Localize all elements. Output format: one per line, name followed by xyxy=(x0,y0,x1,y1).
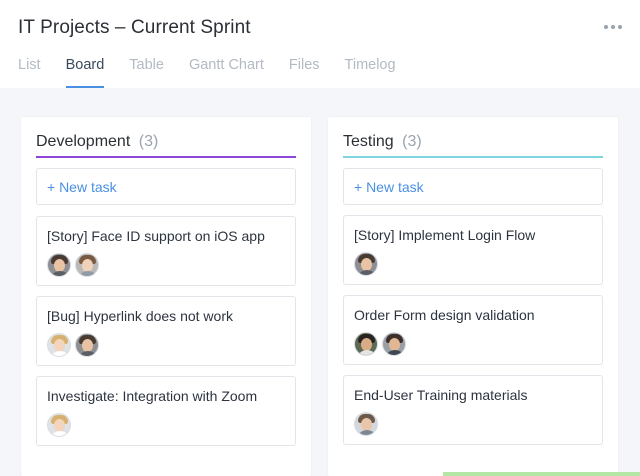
new-task-button[interactable]: + New task xyxy=(36,168,296,205)
avatar[interactable] xyxy=(354,252,378,276)
avatar[interactable] xyxy=(354,332,378,356)
tab-timelog[interactable]: Timelog xyxy=(345,57,396,88)
assignee-list xyxy=(47,413,71,437)
page-title: IT Projects – Current Sprint xyxy=(18,17,251,38)
new-task-button[interactable]: + New task xyxy=(343,168,603,205)
assignee-list xyxy=(47,333,99,357)
avatar[interactable] xyxy=(47,413,71,437)
column-color-bar xyxy=(343,156,603,158)
assignee-list xyxy=(354,252,378,276)
tab-gantt-chart[interactable]: Gantt Chart xyxy=(189,57,264,88)
tab-files[interactable]: Files xyxy=(289,57,320,88)
column-title: Development xyxy=(36,133,131,150)
column-count: (3) xyxy=(402,133,422,150)
tab-board[interactable]: Board xyxy=(65,57,104,88)
tab-list[interactable]: List xyxy=(18,57,41,88)
column-count: (3) xyxy=(138,133,159,150)
assignee-list xyxy=(354,332,406,356)
board-column-testing: Testing (3) + New task [Story] Implement… xyxy=(328,117,618,476)
task-title: [Story] Face ID support on iOS app xyxy=(47,228,265,244)
avatar[interactable] xyxy=(75,253,99,277)
assignee-list xyxy=(354,412,378,436)
task-title: [Bug] Hyperlink does not work xyxy=(47,308,233,324)
more-horizontal-icon[interactable] xyxy=(604,25,622,29)
avatar[interactable] xyxy=(382,332,406,356)
avatar[interactable] xyxy=(47,333,71,357)
task-title: Investigate: Integration with Zoom xyxy=(47,388,258,404)
task-card[interactable]: [Story] Implement Login Flow xyxy=(343,215,603,285)
avatar[interactable] xyxy=(354,412,378,436)
task-title: Order Form design validation xyxy=(354,307,535,323)
view-tabs: List Board Table Gantt Chart Files Timel… xyxy=(18,57,421,88)
task-card[interactable]: Order Form design validation xyxy=(343,295,603,365)
assignee-list xyxy=(47,253,99,277)
task-card[interactable]: End-User Training materials xyxy=(343,375,603,445)
column-title: Testing xyxy=(343,133,394,150)
progress-strip xyxy=(443,472,640,476)
column-color-bar xyxy=(36,156,296,158)
task-title: End-User Training materials xyxy=(354,387,528,403)
board-column-development: Development (3) + New task [Story] Face … xyxy=(21,117,311,476)
avatar[interactable] xyxy=(75,333,99,357)
task-card[interactable]: [Story] Face ID support on iOS app xyxy=(36,216,296,286)
task-card[interactable]: Investigate: Integration with Zoom xyxy=(36,376,296,446)
page-header: IT Projects – Current Sprint List Board … xyxy=(0,0,640,88)
avatar[interactable] xyxy=(47,253,71,277)
task-title: [Story] Implement Login Flow xyxy=(354,227,536,243)
task-card[interactable]: [Bug] Hyperlink does not work xyxy=(36,296,296,366)
tab-table[interactable]: Table xyxy=(129,57,164,88)
